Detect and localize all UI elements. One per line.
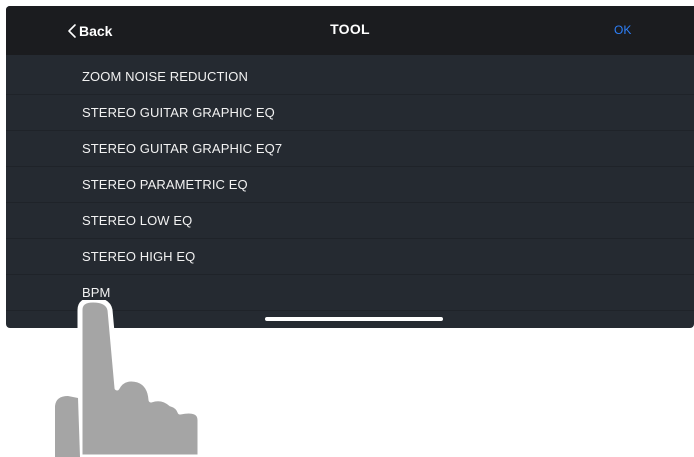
- app-screen: Back TOOL OK ZOOM NOISE REDUCTION STEREO…: [6, 6, 694, 328]
- list-item-label: STEREO LOW EQ: [82, 213, 193, 228]
- pointing-hand-icon: [55, 300, 203, 457]
- stage: Back TOOL OK ZOOM NOISE REDUCTION STEREO…: [0, 0, 694, 457]
- home-indicator: [265, 317, 443, 321]
- page-title: TOOL: [330, 21, 370, 37]
- ok-button[interactable]: OK: [614, 23, 631, 37]
- list-item-label: STEREO PARAMETRIC EQ: [82, 177, 248, 192]
- list-item-label: STEREO GUITAR GRAPHIC EQ7: [82, 141, 283, 156]
- tool-list: ZOOM NOISE REDUCTION STEREO GUITAR GRAPH…: [6, 59, 694, 311]
- list-item-stereo-guitar-graphic-eq7[interactable]: STEREO GUITAR GRAPHIC EQ7: [6, 131, 694, 167]
- list-item-zoom-noise-reduction[interactable]: ZOOM NOISE REDUCTION: [6, 59, 694, 95]
- list-item-label: STEREO GUITAR GRAPHIC EQ: [82, 105, 275, 120]
- list-item-stereo-parametric-eq[interactable]: STEREO PARAMETRIC EQ: [6, 167, 694, 203]
- navigation-bar: Back TOOL OK: [6, 6, 694, 55]
- list-item-label: ZOOM NOISE REDUCTION: [82, 69, 248, 84]
- list-item-label: STEREO HIGH EQ: [82, 249, 196, 264]
- list-item-stereo-guitar-graphic-eq[interactable]: STEREO GUITAR GRAPHIC EQ: [6, 95, 694, 131]
- list-item-stereo-low-eq[interactable]: STEREO LOW EQ: [6, 203, 694, 239]
- list-item-stereo-high-eq[interactable]: STEREO HIGH EQ: [6, 239, 694, 275]
- list-item-label: BPM: [82, 285, 111, 300]
